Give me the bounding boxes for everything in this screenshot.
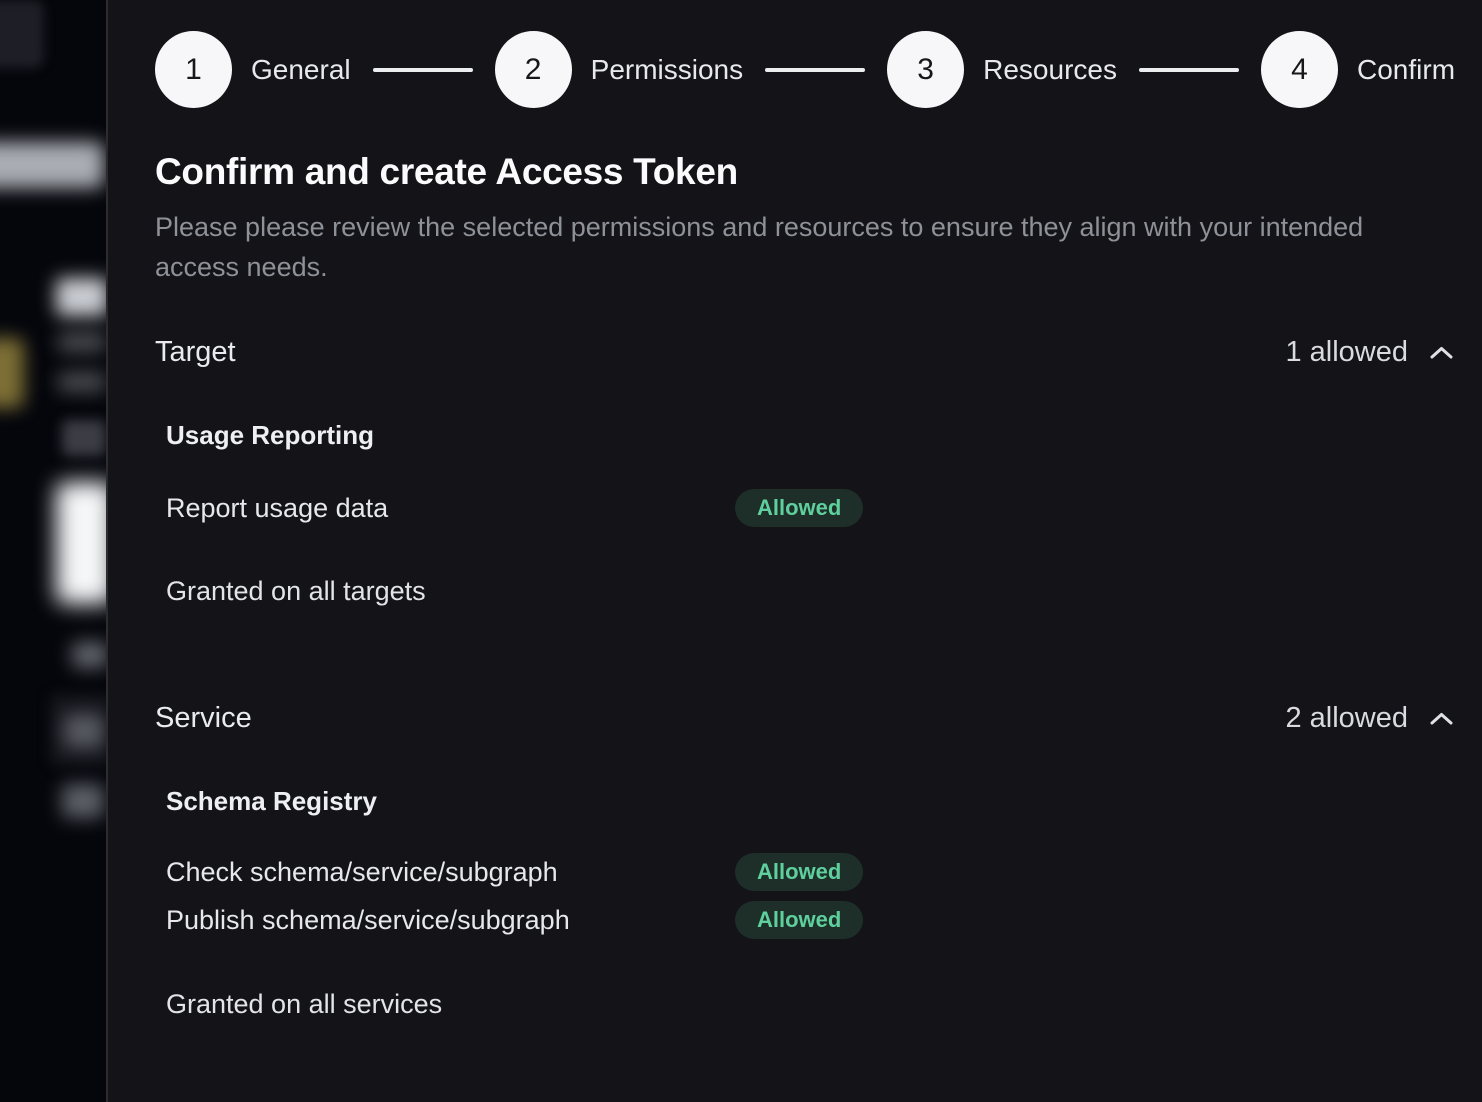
permission-row: Report usage data Allowed: [166, 489, 1455, 527]
status-badge: Allowed: [735, 489, 863, 527]
stepper-connector: [373, 68, 473, 72]
step-general[interactable]: 1 General: [155, 31, 351, 108]
permission-row: Check schema/service/subgraph Allowed: [166, 853, 1455, 891]
backdrop-tile: [0, 0, 44, 68]
create-access-token-modal: 1 General 2 Permissions 3 Resources 4 Co…: [106, 0, 1482, 1102]
step-confirm[interactable]: 4 Confirm: [1261, 31, 1455, 108]
backdrop-accent-blob: [0, 338, 24, 408]
step-label: General: [251, 54, 351, 86]
screen: 1 General 2 Permissions 3 Resources 4 Co…: [0, 0, 1482, 1102]
step-label: Permissions: [591, 54, 743, 86]
backdrop-text-line: [72, 642, 106, 668]
target-section-header: Target 1 allowed: [155, 336, 1455, 369]
status-badge: Allowed: [735, 901, 863, 939]
allowed-count: 2 allowed: [1285, 702, 1408, 735]
permission-label: Check schema/service/subgraph: [166, 857, 735, 888]
backdrop-text-line: [58, 372, 106, 392]
chevron-up-icon: [1428, 710, 1455, 727]
step-number-circle: 3: [887, 31, 964, 108]
blurred-page-backdrop: [0, 0, 106, 1102]
target-collapse-toggle[interactable]: 1 allowed: [1285, 336, 1455, 369]
page-subtitle: Please please review the selected permis…: [155, 207, 1380, 287]
section-name: Service: [155, 702, 252, 735]
step-number-circle: 1: [155, 31, 232, 108]
permission-row: Publish schema/service/subgraph Allowed: [166, 901, 1455, 939]
backdrop-heading: [56, 278, 106, 316]
step-permissions[interactable]: 2 Permissions: [495, 31, 743, 108]
permission-label: Report usage data: [166, 493, 735, 524]
page-title: Confirm and create Access Token: [155, 151, 1455, 193]
wizard-stepper: 1 General 2 Permissions 3 Resources 4 Co…: [155, 31, 1455, 108]
step-resources[interactable]: 3 Resources: [887, 31, 1117, 108]
allowed-count: 1 allowed: [1285, 336, 1408, 369]
service-collapse-toggle[interactable]: 2 allowed: [1285, 702, 1455, 735]
stepper-connector: [765, 68, 865, 72]
backdrop-text-line: [58, 332, 106, 352]
granted-note: Granted on all targets: [166, 576, 1455, 607]
backdrop-text-line: [64, 714, 104, 748]
permission-label: Publish schema/service/subgraph: [166, 905, 735, 936]
section-name: Target: [155, 336, 236, 369]
backdrop-card: [56, 482, 106, 604]
granted-note: Granted on all services: [166, 989, 1455, 1020]
backdrop-text-line: [62, 784, 104, 818]
permission-group-title: Usage Reporting: [166, 420, 1455, 451]
backdrop-nav-item: [0, 142, 104, 188]
step-number-circle: 4: [1261, 31, 1338, 108]
stepper-connector: [1139, 68, 1239, 72]
step-label: Resources: [983, 54, 1117, 86]
status-badge: Allowed: [735, 853, 863, 891]
permission-group-title: Schema Registry: [166, 786, 1455, 817]
chevron-up-icon: [1428, 344, 1455, 361]
step-number-circle: 2: [495, 31, 572, 108]
service-section-header: Service 2 allowed: [155, 702, 1455, 735]
step-label: Confirm: [1357, 54, 1455, 86]
backdrop-box: [62, 420, 106, 456]
